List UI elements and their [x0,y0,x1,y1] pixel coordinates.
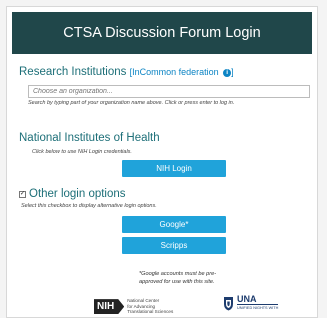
google-preapproval-note: *Google accounts must be pre-approved fo… [139,271,217,286]
ncats-logo: NIH National Center for Advancing Transl… [94,298,173,315]
login-panel: CTSA Discussion Forum Login Research Ins… [6,6,318,318]
research-title-text: Research Institutions [19,66,127,78]
scripps-login-button[interactable]: Scripps [122,237,226,254]
other-options-title: Other login options [29,188,126,200]
page-header: CTSA Discussion Forum Login [12,12,312,54]
una-wordmark: UNA UNIFIED NIGHTS WITH [237,294,279,311]
una-title: UNA [237,294,257,304]
info-icon[interactable]: i [223,68,232,77]
organization-search-input[interactable] [28,85,310,98]
nih-hint: Click below to use NIH Login credentials… [32,149,132,155]
other-options-checkbox[interactable]: ✓ [19,191,26,198]
nih-section-title: National Institutes of Health [19,132,160,144]
ncats-name: National Center for Advancing Translatio… [127,298,173,315]
una-subtitle: UNIFIED NIGHTS WITH [237,304,279,310]
research-section-title: Research Institutions [InCommon federati… [19,66,234,78]
other-options-hint: Select this checkbox to display alternat… [21,203,157,209]
shield-icon [224,296,233,310]
google-login-button[interactable]: Google* [122,216,226,233]
ncats-line-3: Translational Sciences [127,309,174,315]
federation-bracket: ] [231,67,234,77]
page-title: CTSA Discussion Forum Login [63,25,261,41]
nih-login-button[interactable]: NIH Login [122,160,226,177]
nih-badge: NIH [94,299,125,315]
incommon-federation-link[interactable]: [InCommon federation i] [130,67,234,77]
organization-search-hint: Search by typing part of your organizati… [28,100,235,106]
una-logo: UNA UNIFIED NIGHTS WITH [223,294,279,311]
incommon-federation-label: [InCommon federation [129,67,219,77]
